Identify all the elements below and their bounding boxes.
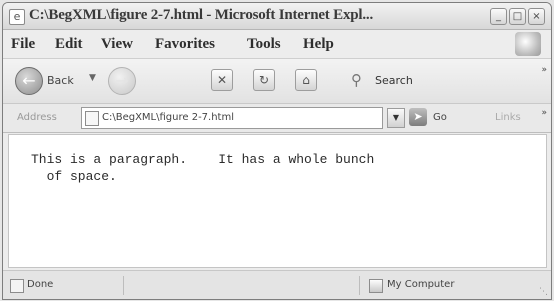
close-button[interactable]: ×: [528, 8, 545, 25]
menu-view[interactable]: View: [101, 36, 133, 53]
window-title: C:\BegXML\figure 2-7.html - Microsoft In…: [29, 7, 374, 23]
menu-help[interactable]: Help: [303, 36, 334, 53]
window-controls: _ □ ×: [490, 8, 545, 25]
search-icon[interactable]: ⚲: [351, 71, 362, 89]
status-divider: [123, 276, 124, 295]
minimize-button[interactable]: _: [490, 8, 507, 25]
computer-icon: [369, 279, 383, 293]
search-button-label[interactable]: Search: [375, 74, 413, 87]
links-label[interactable]: Links: [495, 112, 521, 123]
menu-file[interactable]: File: [11, 36, 35, 53]
refresh-icon[interactable]: ↻: [253, 69, 275, 91]
resize-grip-icon[interactable]: ⋱: [539, 287, 548, 297]
address-dropdown-button[interactable]: ▼: [387, 108, 405, 128]
go-button-label[interactable]: Go: [433, 112, 447, 123]
status-text: Done: [27, 279, 54, 290]
title-bar[interactable]: e C:\BegXML\figure 2-7.html - Microsoft …: [3, 3, 551, 30]
menu-edit[interactable]: Edit: [55, 36, 83, 53]
status-bar: Done My Computer ⋱: [3, 270, 551, 299]
address-label: Address: [17, 112, 57, 123]
stop-icon[interactable]: ✕: [211, 69, 233, 91]
maximize-button[interactable]: □: [509, 8, 526, 25]
ie-page-icon[interactable]: e: [9, 9, 25, 25]
page-done-icon: [10, 279, 24, 293]
home-icon[interactable]: ⌂: [295, 69, 317, 91]
status-divider: [359, 276, 360, 295]
forward-arrow-icon[interactable]: →: [108, 67, 136, 95]
links-chevron-icon[interactable]: »: [541, 108, 547, 118]
standard-toolbar: ← Back ▼ → ✕ ↻ ⌂ ⚲ Search »: [3, 59, 551, 104]
paragraph: This is a paragraph. It has a whole bunc…: [31, 152, 375, 184]
address-input[interactable]: C:\BegXML\figure 2-7.html: [81, 107, 383, 129]
page-content[interactable]: This is a paragraph. It has a whole bunc…: [8, 134, 547, 268]
menu-tools[interactable]: Tools: [247, 36, 281, 53]
menu-bar: File Edit View Favorites Tools Help: [3, 30, 551, 59]
security-zone-label: My Computer: [387, 279, 455, 290]
toolbar-chevron-icon[interactable]: »: [541, 65, 547, 75]
menu-favorites[interactable]: Favorites: [155, 36, 215, 53]
browser-window: e C:\BegXML\figure 2-7.html - Microsoft …: [2, 2, 552, 300]
address-bar: Address C:\BegXML\figure 2-7.html ▼ ➤ Go…: [3, 104, 551, 133]
go-arrow-icon[interactable]: ➤: [409, 108, 427, 126]
windows-logo-icon: [515, 32, 541, 56]
page-icon: [85, 111, 99, 126]
back-history-dropdown-icon[interactable]: ▼: [89, 73, 96, 83]
back-arrow-icon[interactable]: ←: [15, 67, 43, 95]
back-button-label[interactable]: Back: [47, 74, 74, 87]
address-value[interactable]: C:\BegXML\figure 2-7.html: [102, 112, 234, 123]
